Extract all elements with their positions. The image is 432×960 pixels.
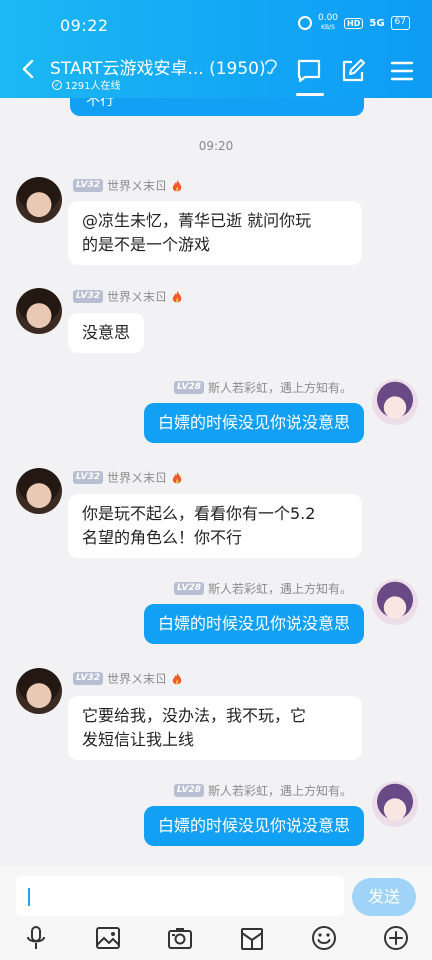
message-line: 发短信让我上线 [82, 730, 195, 749]
avatar[interactable] [372, 781, 418, 827]
sender-name[interactable]: 世界ㄨ末ㄖ [107, 288, 167, 305]
message-bubble[interactable]: 白嫖的时候没见你说没意思 [143, 806, 364, 846]
status-bar: 09:22 0.00 KB/S HD 5G 67 [0, 0, 432, 46]
level-badge: LV28 [173, 381, 204, 394]
earpiece-icon[interactable] [262, 56, 280, 76]
sender-name[interactable]: 斯人若彩虹，遇上方知有。 [208, 782, 352, 799]
member-count: (1950) [209, 59, 266, 79]
online-count: 1291人在线 [65, 81, 121, 92]
message-line: @凉生未忆，菁华已逝 就问你玩 [82, 211, 312, 230]
fire-icon [172, 672, 182, 684]
message-line: 白嫖的时候没见你说没意思 [157, 614, 350, 633]
avatar[interactable] [16, 177, 62, 223]
alarm-icon [297, 16, 312, 30]
message-line: 你是玩不起么，看看你有一个5.2 [82, 504, 316, 523]
message-bubble[interactable]: 你是玩不起么，看看你有一个5.2 名望的角色么！你不行 [68, 494, 362, 558]
sender-info: LV28 斯人若彩虹，遇上方知有。 [173, 379, 352, 396]
menu-icon[interactable] [389, 58, 415, 84]
avatar[interactable] [16, 468, 62, 514]
avatar[interactable] [16, 668, 62, 714]
online-check-icon: ✓ [52, 79, 62, 90]
partial-message-bubble[interactable]: 不行 [70, 98, 364, 116]
sender-name[interactable]: 斯人若彩虹，遇上方知有。 [208, 580, 352, 597]
sender-info: LV28 斯人若彩虹，遇上方知有。 [173, 782, 352, 799]
camera-icon[interactable] [166, 924, 194, 952]
avatar[interactable] [372, 379, 418, 425]
avatar[interactable] [372, 579, 418, 625]
message-timestamp: 09:20 [198, 139, 234, 153]
network-speed-value: 0.00 [317, 13, 339, 23]
level-badge: LV28 [173, 582, 204, 595]
battery-icon: 67 [390, 16, 410, 30]
emoji-icon[interactable] [310, 924, 338, 952]
level-badge: LV32 [73, 672, 103, 685]
level-badge: LV32 [73, 290, 103, 303]
message-input[interactable] [16, 876, 344, 916]
message-bubble[interactable]: 没意思 [68, 313, 145, 353]
gift-icon[interactable] [238, 924, 266, 952]
sender-info: LV32 世界ㄨ末ㄖ [73, 469, 183, 486]
message-line: 它要给我，没办法，我不玩，它 [82, 706, 307, 725]
signal-icon: 5G [369, 17, 385, 29]
network-speed-unit: KB/S [321, 24, 335, 31]
group-name: START云游戏安卓... [50, 59, 204, 79]
fire-icon [172, 290, 182, 302]
level-badge: LV32 [73, 471, 103, 484]
microphone-icon[interactable] [22, 924, 50, 952]
message-line: 白嫖的时候没见你说没意思 [157, 816, 350, 835]
active-tab-indicator [296, 93, 324, 96]
sender-name[interactable]: 世界ㄨ末ㄖ [107, 469, 167, 486]
level-badge: LV28 [173, 784, 204, 797]
back-arrow-icon[interactable] [18, 58, 40, 80]
sender-name[interactable]: 世界ㄨ末ㄖ [107, 670, 167, 687]
status-time: 09:22 [60, 16, 109, 35]
edit-icon[interactable] [340, 58, 366, 84]
fire-icon [172, 179, 182, 191]
sender-info: LV28 斯人若彩虹，遇上方知有。 [173, 580, 352, 597]
status-icons: 0.00 KB/S HD 5G 67 [297, 14, 410, 32]
fire-icon [172, 471, 182, 483]
sender-info: LV32 世界ㄨ末ㄖ [73, 288, 183, 305]
hd-badge: HD [344, 17, 364, 29]
sender-info: LV32 世界ㄨ末ㄖ [73, 177, 183, 194]
send-button[interactable]: 发送 [352, 878, 416, 916]
chat-header: 09:22 0.00 KB/S HD 5G 67 START云游戏安卓... (… [0, 0, 432, 98]
image-icon[interactable] [94, 924, 122, 952]
group-title[interactable]: START云游戏安卓... (1950) [50, 54, 266, 79]
message-bubble[interactable]: 白嫖的时候没见你说没意思 [143, 604, 364, 644]
online-status: ✓ 1291人在线 [52, 77, 120, 92]
message-bubble[interactable]: 白嫖的时候没见你说没意思 [143, 403, 364, 443]
message-bubble[interactable]: 它要给我，没办法，我不玩，它 发短信让我上线 [68, 696, 362, 760]
chat-bubble-icon[interactable] [296, 58, 322, 84]
network-speed: 0.00 KB/S [318, 14, 338, 32]
message-bubble[interactable]: @凉生未忆，菁华已逝 就问你玩 的是不是一个游戏 [68, 201, 362, 265]
sender-name[interactable]: 斯人若彩虹，遇上方知有。 [208, 379, 352, 396]
sender-name[interactable]: 世界ㄨ末ㄖ [107, 177, 167, 194]
message-line: 名望的角色么！你不行 [82, 528, 243, 547]
level-badge: LV32 [73, 179, 103, 192]
message-line: 没意思 [82, 323, 131, 342]
message-line: 白嫖的时候没见你说没意思 [157, 413, 350, 432]
sender-info: LV32 世界ㄨ末ㄖ [73, 670, 183, 687]
message-line: 的是不是一个游戏 [82, 235, 211, 254]
plus-icon[interactable] [382, 924, 410, 952]
text-cursor [28, 888, 30, 906]
avatar[interactable] [16, 288, 62, 334]
